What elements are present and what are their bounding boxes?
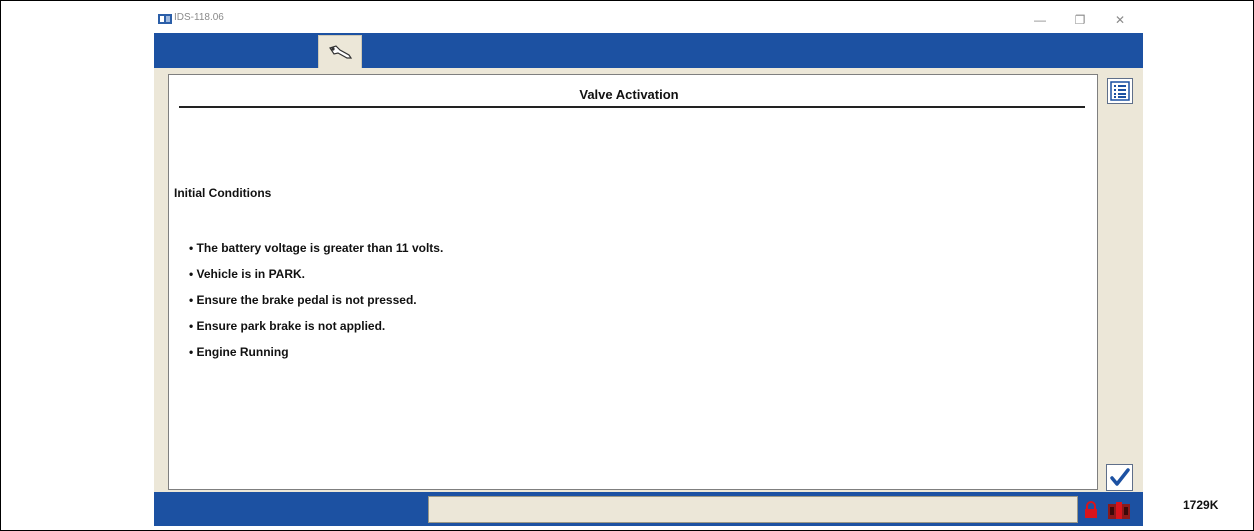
tool-tab-toolbox[interactable] bbox=[318, 35, 362, 69]
app-icon bbox=[158, 14, 172, 24]
procedure-panel: Valve Activation Initial Conditions • Th… bbox=[168, 74, 1098, 490]
figure-code: 1729K bbox=[1183, 498, 1219, 512]
toolbar bbox=[154, 33, 1143, 69]
confirm-button[interactable] bbox=[1106, 464, 1133, 491]
checkmark-icon bbox=[1110, 468, 1130, 486]
list-icon bbox=[1110, 81, 1130, 101]
condition-item: • Ensure park brake is not applied. bbox=[189, 319, 386, 333]
section-heading: Initial Conditions bbox=[174, 186, 272, 200]
condition-item: • Ensure the brake pedal is not pressed. bbox=[189, 293, 417, 307]
page-title: Valve Activation bbox=[579, 87, 679, 102]
padlock-icon bbox=[1085, 501, 1097, 518]
minimize-button[interactable]: — bbox=[1026, 11, 1054, 29]
wrench-icon bbox=[329, 45, 353, 59]
status-field bbox=[428, 496, 1078, 523]
app-window: IDS-118.06 — ❐ ✕ Valve Activation Initia… bbox=[154, 8, 1143, 526]
close-button[interactable]: ✕ bbox=[1106, 11, 1134, 29]
condition-item: • The battery voltage is greater than 11… bbox=[189, 241, 444, 255]
window-title: IDS-118.06 bbox=[174, 12, 224, 23]
title-divider bbox=[179, 106, 1085, 108]
condition-item: • Vehicle is in PARK. bbox=[189, 267, 306, 281]
condition-item: • Engine Running bbox=[189, 345, 289, 359]
vehicle-connection-icon bbox=[1108, 502, 1130, 519]
list-button[interactable] bbox=[1107, 78, 1133, 104]
restore-button[interactable]: ❐ bbox=[1066, 11, 1094, 29]
window-titlebar: IDS-118.06 — ❐ ✕ bbox=[154, 8, 1143, 33]
